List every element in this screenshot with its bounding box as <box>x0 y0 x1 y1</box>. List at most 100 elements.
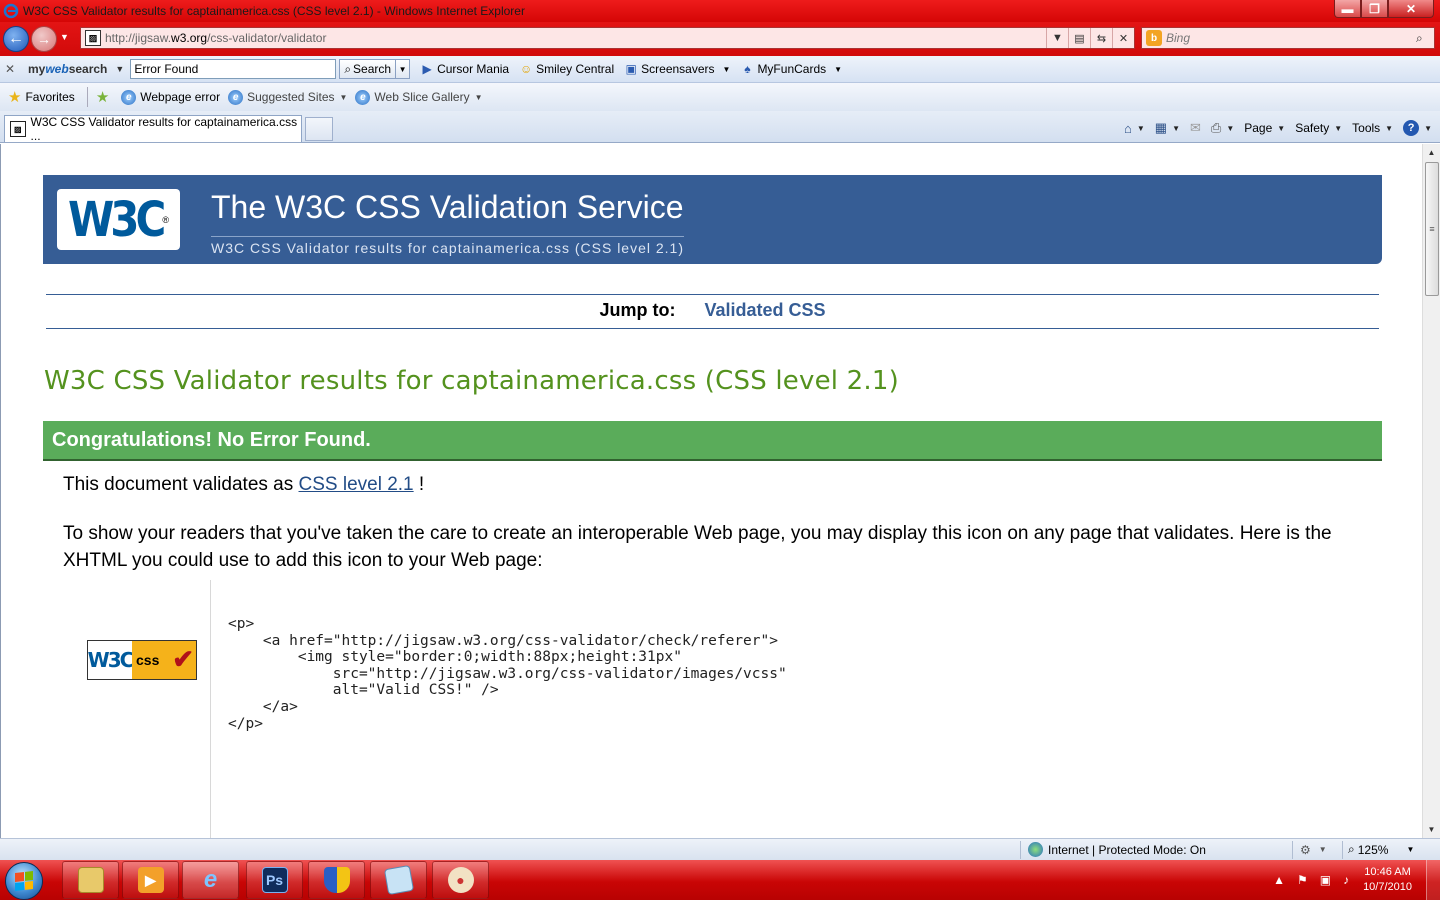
help-menu[interactable]: ? ▼ <box>1403 120 1432 136</box>
forward-button[interactable]: → <box>31 26 57 52</box>
scroll-down-icon[interactable]: ▼ <box>1423 821 1440 838</box>
search-options-dropdown[interactable]: ▼ <box>396 59 411 79</box>
chevron-down-icon: ▼ <box>1406 845 1415 854</box>
brand-dropdown-icon[interactable]: ▼ <box>115 64 124 74</box>
chevron-down-icon[interactable]: ▼ <box>475 93 483 102</box>
xhtml-code-sample: <p> <a href="http://jigsaw.w3.org/css-va… <box>228 616 787 732</box>
maximize-button[interactable]: ❐ <box>1361 0 1388 18</box>
mywebsearch-search-button[interactable]: ⌕ Search <box>339 59 397 79</box>
bing-icon: b <box>1146 30 1162 46</box>
tool-label: Smiley Central <box>536 62 615 76</box>
taskbar-security[interactable] <box>308 861 365 899</box>
refresh-icon[interactable]: ⇆ <box>1090 28 1112 48</box>
taskbar-notepad[interactable] <box>370 861 427 899</box>
taskbar-photoshop[interactable]: Ps <box>246 861 303 899</box>
divider <box>1342 841 1343 859</box>
safety-menu[interactable]: Safety ▼ <box>1295 121 1342 135</box>
css-level-link[interactable]: CSS level 2.1 <box>299 474 414 495</box>
jump-link-validated-css[interactable]: Validated CSS <box>704 300 825 320</box>
minimize-button[interactable]: ▬ <box>1334 0 1361 18</box>
tools-menu-label: Tools <box>1352 121 1381 135</box>
protected-mode-button[interactable]: ⚙ ▼ <box>1300 843 1327 857</box>
tool-screensavers[interactable]: ▣ Screensavers ▼ <box>624 62 730 76</box>
valid-css-badge[interactable]: W3C css ✔ <box>87 640 197 680</box>
close-button[interactable]: ✕ <box>1388 0 1434 18</box>
volume-muted-icon[interactable]: ♪ <box>1343 873 1349 887</box>
tool-label: Cursor Mania <box>437 62 510 76</box>
scroll-up-icon[interactable]: ▲ <box>1423 144 1440 161</box>
home-button[interactable]: ⌂ ▼ <box>1124 121 1145 136</box>
address-url[interactable]: http://jigsaw.w3.org/css-validator/valid… <box>105 31 1046 45</box>
jump-divider-bottom <box>46 328 1379 329</box>
brand-search: search <box>68 62 108 76</box>
read-mail-button[interactable]: ✉ <box>1190 120 1201 136</box>
feeds-button[interactable]: ▦ ▼ <box>1155 120 1180 136</box>
results-heading: W3C CSS Validator results for captainame… <box>44 366 899 396</box>
stop-icon[interactable]: ✕ <box>1112 28 1134 48</box>
favorites-button[interactable]: ★ Favorites <box>8 88 75 106</box>
zoom-control[interactable]: ⌕ 125% ▼ <box>1348 842 1414 857</box>
windows-logo-icon <box>15 871 33 891</box>
chevron-down-icon[interactable]: ▼ <box>834 65 842 74</box>
chevron-down-icon[interactable]: ▼ <box>1172 124 1180 133</box>
url-path: /css-validator/validator <box>207 31 327 45</box>
chevron-down-icon[interactable]: ▼ <box>1137 124 1145 133</box>
search-button-label: Search <box>353 62 392 76</box>
network-icon[interactable]: ▣ <box>1320 873 1331 887</box>
taskbar-internet-explorer[interactable]: e <box>182 861 239 899</box>
service-title[interactable]: The W3C CSS Validation Service <box>211 189 683 226</box>
tool-smiley-central[interactable]: ☺ Smiley Central <box>519 62 614 76</box>
page-menu-label: Page <box>1244 121 1273 135</box>
ie-page-icon: e <box>121 89 137 105</box>
favorite-webpage-error[interactable]: e Webpage error <box>121 89 220 105</box>
favorite-web-slice-gallery[interactable]: e Web Slice Gallery ▼ <box>355 89 483 105</box>
w3c-logo[interactable]: W3C ® <box>57 189 180 250</box>
vertical-scrollbar[interactable]: ▲ ≡ ▼ <box>1422 144 1440 838</box>
tab-active[interactable]: ▨ W3C CSS Validator results for captaina… <box>4 115 302 143</box>
new-tab-button[interactable] <box>305 117 333 141</box>
mywebsearch-input[interactable] <box>130 59 337 79</box>
page-menu[interactable]: Page ▼ <box>1244 121 1285 135</box>
security-zone[interactable]: Internet | Protected Mode: On <box>1028 842 1206 857</box>
bing-search-placeholder[interactable]: Bing <box>1166 31 1416 45</box>
chevron-down-icon[interactable]: ▼ <box>1226 124 1234 133</box>
tools-menu[interactable]: Tools ▼ <box>1352 121 1393 135</box>
favorites-bar: ★ Favorites ★ e Webpage error e Suggeste… <box>0 83 1440 111</box>
tool-cursor-mania[interactable]: ▶ Cursor Mania <box>420 62 509 76</box>
show-desktop-button[interactable] <box>1426 860 1440 900</box>
add-favorite-icon: ★ <box>95 89 110 106</box>
scrollbar-thumb[interactable]: ≡ <box>1425 162 1439 296</box>
taskbar-media-player[interactable]: ▶ <box>122 861 179 899</box>
rss-feed-icon: ▦ <box>1154 120 1168 135</box>
tool-myfuncards[interactable]: ♠ MyFunCards ▼ <box>740 62 842 76</box>
search-icon: ⌕ <box>344 61 352 76</box>
system-tray: ▲ ⚑ ▣ ♪ 10:46 AM 10/7/2010 <box>1267 860 1440 900</box>
print-button[interactable]: ⎙ ▼ <box>1211 120 1234 136</box>
close-toolbar-icon[interactable]: ✕ <box>0 62 20 76</box>
divider <box>1020 841 1021 859</box>
search-icon[interactable]: ⌕ <box>1416 31 1434 46</box>
address-dropdown-icon[interactable]: ▼ <box>1046 28 1068 48</box>
compatibility-view-icon[interactable]: ▤ <box>1068 28 1090 48</box>
start-button[interactable] <box>5 862 43 900</box>
validates-prefix: This document validates as <box>63 474 299 495</box>
clock[interactable]: 10:46 AM 10/7/2010 <box>1363 865 1412 895</box>
address-bar[interactable]: ▨ http://jigsaw.w3.org/css-validator/val… <box>80 27 1135 49</box>
url-prefix: http://jigsaw. <box>105 31 172 45</box>
show-hidden-icons-icon[interactable]: ▲ <box>1273 873 1285 887</box>
favorite-suggested-sites[interactable]: e Suggested Sites ▼ <box>228 89 348 105</box>
back-button[interactable]: ← <box>3 26 29 52</box>
taskbar-paint[interactable]: ● <box>432 861 489 899</box>
chevron-down-icon[interactable]: ▼ <box>340 93 348 102</box>
shield-icon <box>323 867 350 893</box>
window-title-bar: W3C CSS Validator results for captainame… <box>0 0 1440 22</box>
chevron-down-icon[interactable]: ▼ <box>723 65 731 74</box>
tab-label: W3C CSS Validator results for captainame… <box>30 115 298 143</box>
mywebsearch-brand[interactable]: mywebsearch <box>28 62 107 76</box>
bing-search-box[interactable]: b Bing ⌕ <box>1141 27 1435 49</box>
add-to-favorites-bar-button[interactable]: ★ <box>96 88 113 106</box>
taskbar-explorer[interactable] <box>62 861 119 899</box>
action-center-flag-icon[interactable]: ⚑ <box>1297 873 1308 887</box>
recent-pages-dropdown[interactable]: ▼ <box>60 32 69 42</box>
page-favicon-icon: ▨ <box>85 30 101 46</box>
